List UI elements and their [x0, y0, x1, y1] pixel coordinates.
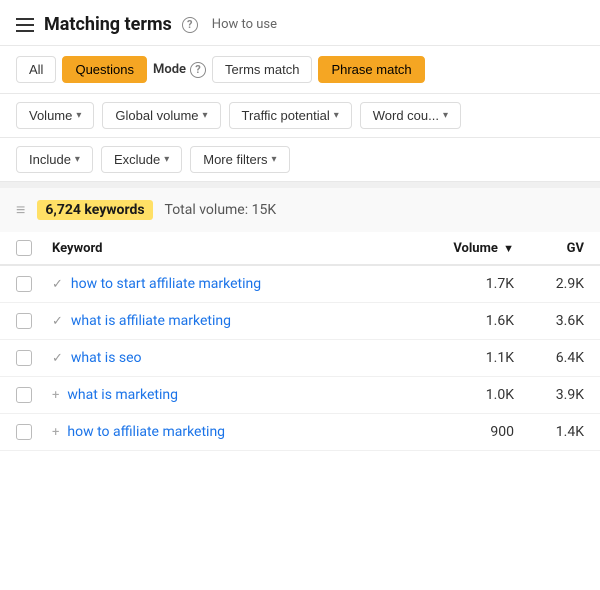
- volume-cell-4: 900: [434, 424, 514, 440]
- table-row: ✓ how to start affiliate marketing 1.7K …: [0, 266, 600, 303]
- keyword-link-4[interactable]: how to affiliate marketing: [67, 424, 225, 440]
- all-button[interactable]: All: [16, 56, 56, 83]
- gv-cell-3: 3.9K: [514, 387, 584, 403]
- keyword-cell-3: + what is marketing: [52, 387, 434, 403]
- mode-toolbar: All Questions Mode ? Terms match Phrase …: [0, 46, 600, 94]
- include-exclude-filters-row: Include ▾ Exclude ▾ More filters ▾: [0, 138, 600, 182]
- page-title: Matching terms: [44, 14, 172, 35]
- global-volume-filter-button[interactable]: Global volume ▾: [102, 102, 220, 129]
- table-header: Keyword Volume ▼ GV: [0, 232, 600, 266]
- row-checkbox-1[interactable]: [16, 313, 52, 329]
- table-row: ✓ what is seo 1.1K 6.4K: [0, 340, 600, 377]
- questions-button[interactable]: Questions: [62, 56, 147, 83]
- how-to-use-link[interactable]: How to use: [212, 17, 277, 32]
- volume-cell-0: 1.7K: [434, 276, 514, 292]
- row-checkbox-0[interactable]: [16, 276, 52, 292]
- include-filter-button[interactable]: Include ▾: [16, 146, 93, 173]
- page-header: Matching terms ? How to use: [0, 0, 600, 46]
- mode-label: Mode ?: [153, 62, 206, 78]
- mode-help-icon[interactable]: ?: [190, 62, 206, 78]
- more-filters-chevron-icon: ▾: [272, 154, 277, 165]
- terms-match-button[interactable]: Terms match: [212, 56, 312, 83]
- column-filters-row: Volume ▾ Global volume ▾ Traffic potenti…: [0, 94, 600, 138]
- word-count-chevron-icon: ▾: [443, 110, 448, 121]
- select-all-checkbox[interactable]: [16, 240, 32, 256]
- volume-cell-3: 1.0K: [434, 387, 514, 403]
- keyword-link-1[interactable]: what is affiliate marketing: [71, 313, 231, 329]
- word-count-filter-button[interactable]: Word cou... ▾: [360, 102, 461, 129]
- traffic-chevron-icon: ▾: [334, 110, 339, 121]
- keywords-table: Keyword Volume ▼ GV ✓ how to start affil…: [0, 232, 600, 451]
- keyword-cell-1: ✓ what is affiliate marketing: [52, 313, 434, 329]
- row-icon-1: ✓: [52, 314, 63, 329]
- keyword-link-3[interactable]: what is marketing: [67, 387, 178, 403]
- row-checkbox-2[interactable]: [16, 350, 52, 366]
- volume-chevron-icon: ▾: [76, 110, 81, 121]
- global-volume-chevron-icon: ▾: [203, 110, 208, 121]
- more-filters-button[interactable]: More filters ▾: [190, 146, 289, 173]
- keyword-link-0[interactable]: how to start affiliate marketing: [71, 276, 261, 292]
- exclude-chevron-icon: ▾: [164, 154, 169, 165]
- table-row: ✓ what is affiliate marketing 1.6K 3.6K: [0, 303, 600, 340]
- table-row: + how to affiliate marketing 900 1.4K: [0, 414, 600, 451]
- traffic-potential-filter-button[interactable]: Traffic potential ▾: [229, 102, 352, 129]
- include-chevron-icon: ▾: [75, 154, 80, 165]
- keyword-cell-4: + how to affiliate marketing: [52, 424, 434, 440]
- help-icon[interactable]: ?: [182, 17, 198, 33]
- volume-sort-icon: ▼: [503, 242, 514, 255]
- hamburger-icon[interactable]: [16, 18, 34, 32]
- row-icon-0: ✓: [52, 277, 63, 292]
- keyword-column-header: Keyword: [52, 241, 434, 256]
- keywords-count-badge: 6,724 keywords: [37, 200, 152, 220]
- gv-cell-0: 2.9K: [514, 276, 584, 292]
- gv-cell-2: 6.4K: [514, 350, 584, 366]
- gv-cell-4: 1.4K: [514, 424, 584, 440]
- gv-cell-1: 3.6K: [514, 313, 584, 329]
- total-volume-label: Total volume: 15K: [165, 202, 277, 218]
- table-row: + what is marketing 1.0K 3.9K: [0, 377, 600, 414]
- row-icon-3: +: [52, 388, 59, 403]
- volume-cell-2: 1.1K: [434, 350, 514, 366]
- row-icon-4: +: [52, 425, 59, 440]
- row-checkbox-3[interactable]: [16, 387, 52, 403]
- keyword-cell-2: ✓ what is seo: [52, 350, 434, 366]
- keyword-link-2[interactable]: what is seo: [71, 350, 142, 366]
- summary-row: ≡ 6,724 keywords Total volume: 15K: [0, 188, 600, 232]
- volume-filter-button[interactable]: Volume ▾: [16, 102, 94, 129]
- gv-column-header: GV: [514, 241, 584, 256]
- phrase-match-button[interactable]: Phrase match: [318, 56, 424, 83]
- volume-cell-1: 1.6K: [434, 313, 514, 329]
- keyword-cell-0: ✓ how to start affiliate marketing: [52, 276, 434, 292]
- exclude-filter-button[interactable]: Exclude ▾: [101, 146, 182, 173]
- drag-icon[interactable]: ≡: [16, 200, 25, 220]
- row-checkbox-4[interactable]: [16, 424, 52, 440]
- volume-column-header: Volume ▼: [434, 241, 514, 256]
- row-icon-2: ✓: [52, 351, 63, 366]
- table-rows-container: ✓ how to start affiliate marketing 1.7K …: [0, 266, 600, 451]
